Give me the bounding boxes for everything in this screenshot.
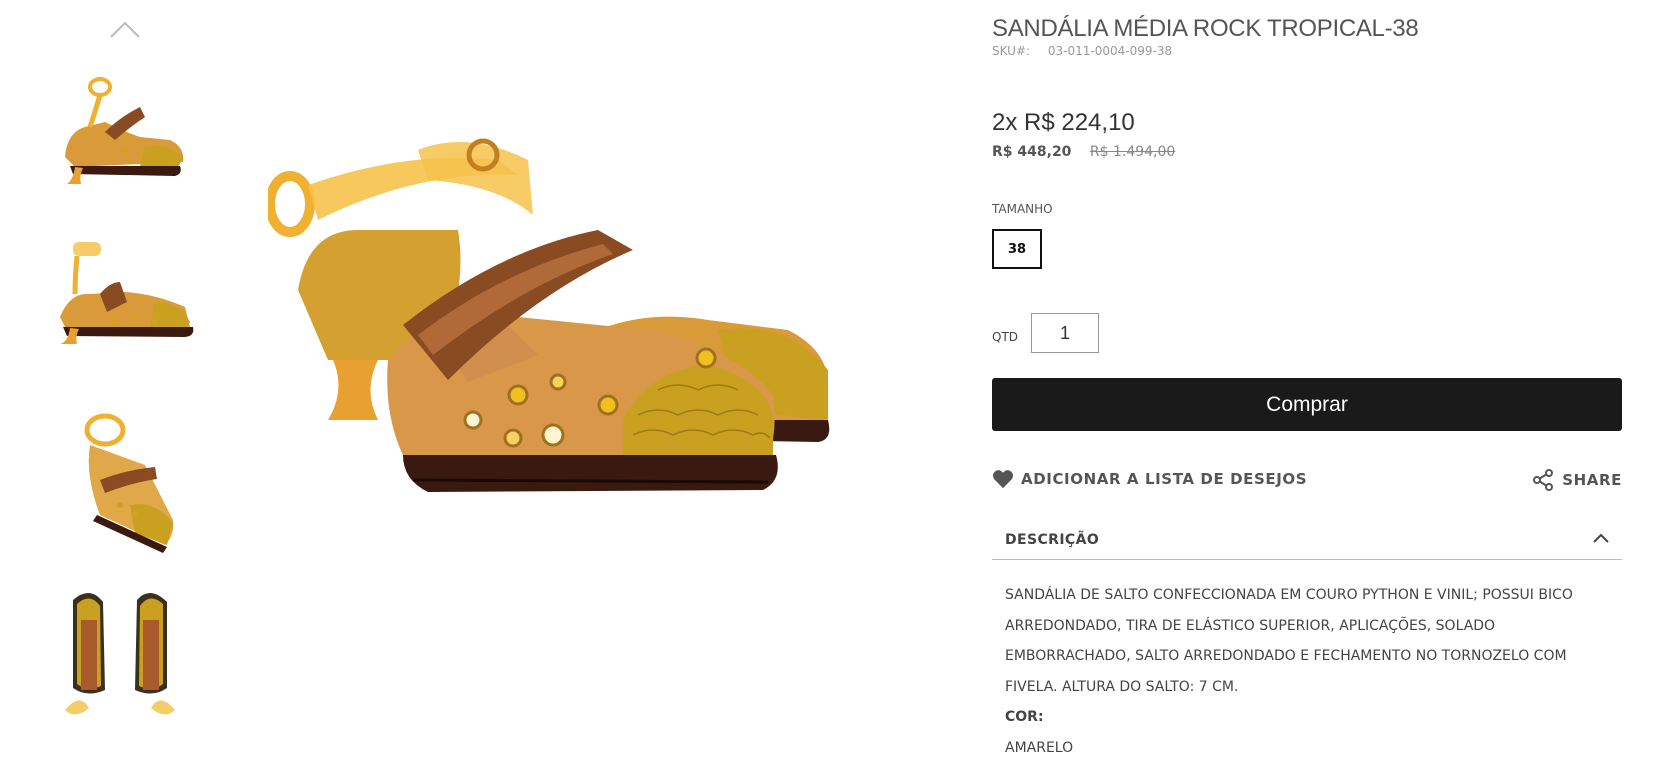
heart-icon	[993, 470, 1013, 489]
share-button[interactable]: SHARE	[1532, 469, 1622, 491]
add-to-wishlist-button[interactable]: ADICIONAR A LISTA DE DESEJOS	[992, 469, 1307, 489]
description-body: SANDÁLIA DE SALTO CONFECCIONADA EM COURO…	[1005, 580, 1622, 762]
price-row: R$ 448,20 R$ 1.494,00	[992, 144, 1175, 160]
thumbnail-1[interactable]	[42, 62, 198, 212]
installments-price: 2x R$ 224,10	[992, 109, 1135, 136]
current-price: R$ 448,20	[992, 144, 1072, 160]
main-product-image	[265, 120, 900, 560]
thumbnail-2[interactable]	[42, 232, 198, 382]
share-label: SHARE	[1562, 471, 1622, 489]
product-title: SANDÁLIA MÉDIA ROCK TROPICAL-38	[992, 15, 1419, 42]
size-option-38[interactable]: 38	[992, 229, 1042, 269]
wishlist-label: ADICIONAR A LISTA DE DESEJOS	[1021, 470, 1308, 488]
thumbnail-3[interactable]	[42, 405, 198, 555]
thumbnail-gallery	[40, 0, 200, 762]
quantity-input[interactable]	[1031, 313, 1099, 353]
product-sku: SKU#: 03-011-0004-099-38	[992, 44, 1172, 58]
quantity-label: QTD	[992, 330, 1019, 344]
sku-label: SKU#:	[992, 44, 1031, 58]
old-price: R$ 1.494,00	[1089, 144, 1176, 160]
description-text: SANDÁLIA DE SALTO CONFECCIONADA EM COURO…	[1005, 587, 1573, 695]
color-label: COR:	[1005, 709, 1044, 725]
size-label: TAMANHO	[992, 202, 1053, 216]
chevron-up-icon	[1593, 533, 1609, 543]
sku-value: 03-011-0004-099-38	[1047, 44, 1173, 58]
color-value: AMARELO	[1005, 739, 1074, 756]
chevron-up-icon[interactable]	[108, 18, 142, 40]
buy-button[interactable]: Comprar	[992, 378, 1622, 431]
share-icon	[1533, 469, 1554, 491]
description-accordion-header[interactable]: DESCRIÇÃO	[992, 522, 1622, 560]
product-info-panel: SANDÁLIA MÉDIA ROCK TROPICAL-38 SKU#: 03…	[992, 0, 1622, 762]
thumbnail-4[interactable]	[42, 580, 198, 730]
description-title: DESCRIÇÃO	[1005, 532, 1100, 548]
